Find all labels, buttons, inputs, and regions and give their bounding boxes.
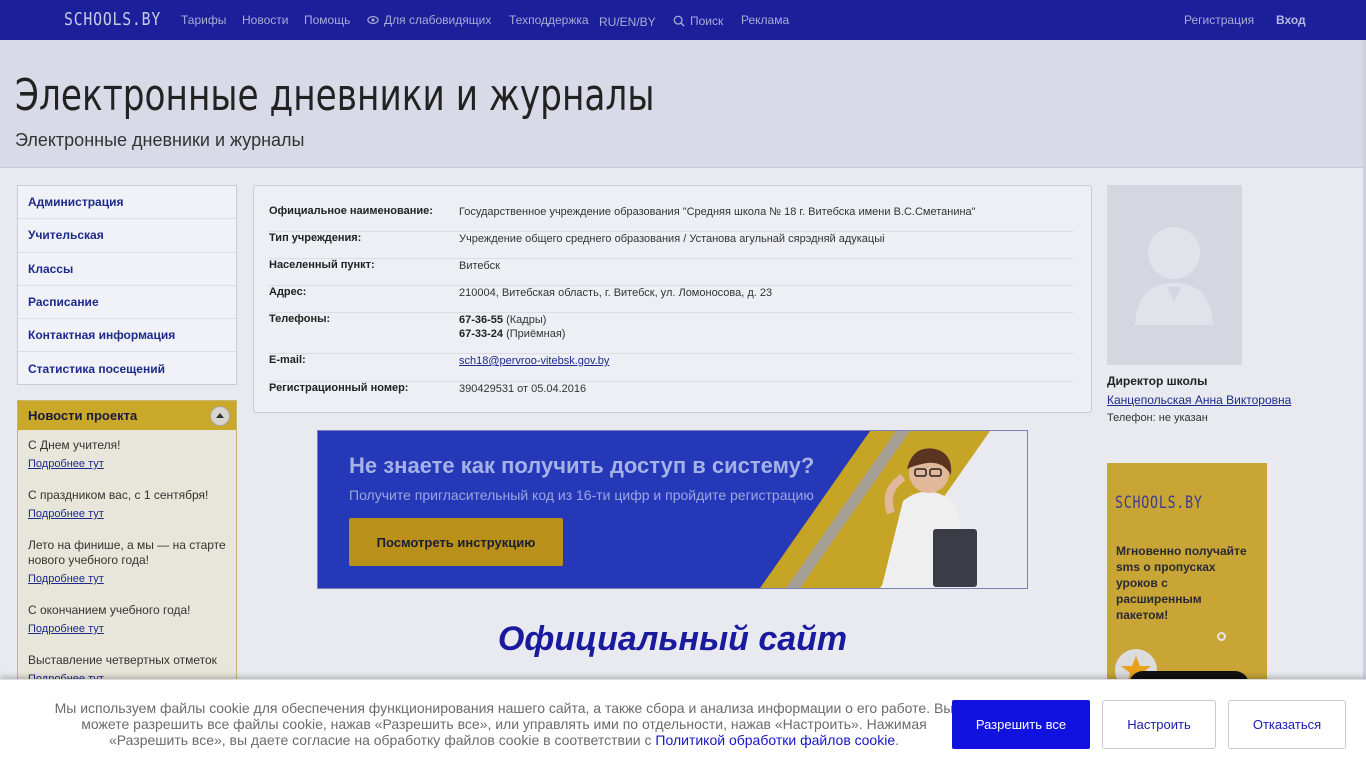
ad-logo: SCHOOLS.BY: [1115, 493, 1203, 513]
info-label: Официальное наименование:: [269, 205, 433, 217]
view-instructions-button[interactable]: Посмотреть инструкцию: [349, 518, 563, 566]
info-value: 390429531 от 05.04.2016: [459, 383, 587, 395]
news-item: Лето на финише, а мы — на старте нового …: [18, 520, 236, 585]
info-row: Официальное наименование: Государственно…: [269, 205, 1074, 232]
director-role: Директор школы: [1107, 374, 1208, 388]
nav-support[interactable]: Техподдержка: [509, 13, 589, 27]
sidebar-item-schedule[interactable]: Расписание: [18, 286, 236, 320]
nav-news[interactable]: Новости: [242, 13, 288, 27]
eye-icon: [367, 15, 379, 25]
collapse-icon[interactable]: [210, 406, 230, 426]
sidebar-item-teachers[interactable]: Учительская: [18, 219, 236, 253]
news-item-title: Выставление четвертных отметок: [28, 653, 217, 667]
info-label: E-mail:: [269, 354, 306, 366]
news-more-link[interactable]: Подробнее тут: [28, 458, 226, 470]
decline-button[interactable]: Отказаться: [1228, 700, 1346, 749]
director-avatar: [1107, 185, 1242, 365]
email-link[interactable]: sch18@pervroo-vitebsk.gov.by: [459, 354, 609, 368]
page-subtitle: Электронные дневники и журналы: [15, 130, 305, 150]
news-item-title: Лето на финише, а мы — на старте нового …: [28, 538, 226, 567]
info-value: Витебск: [459, 260, 500, 272]
director-phone: Телефон: не указан: [1107, 412, 1208, 424]
info-row: Населенный пункт: Витебск: [269, 259, 1074, 286]
news-more-link[interactable]: Подробнее тут: [28, 508, 226, 520]
info-value: Государственное учреждение образования "…: [459, 206, 976, 218]
news-header: Новости проекта: [18, 401, 236, 430]
site-logo[interactable]: SCHOOLS.BY: [64, 9, 161, 30]
sidebar-item-contacts[interactable]: Контактная информация: [18, 319, 236, 353]
info-row: Тип учреждения: Учреждение общего средне…: [269, 232, 1074, 259]
info-label: Регистрационный номер:: [269, 382, 409, 394]
sidebar-menu: Администрация Учительская Классы Расписа…: [17, 185, 237, 385]
info-label: Населенный пункт:: [269, 259, 375, 271]
info-label: Тип учреждения:: [269, 232, 362, 244]
news-item: С окончанием учебного года! Подробнее ту…: [18, 585, 236, 635]
cookie-policy-link[interactable]: Политикой обработки файлов cookie: [655, 732, 895, 748]
dot-icon: [1217, 632, 1226, 641]
nav-language[interactable]: RU/EN/BY: [599, 15, 656, 29]
news-item-title: С окончанием учебного года!: [28, 603, 191, 617]
sms-ad-banner[interactable]: SCHOOLS.BY Мгновенно получайте sms о про…: [1107, 463, 1267, 703]
login-link[interactable]: Вход: [1276, 13, 1306, 27]
phone-number: 67-33-24: [459, 328, 504, 340]
nav-tariffs[interactable]: Тарифы: [181, 13, 226, 27]
sidebar-item-statistics[interactable]: Статистика посещений: [18, 352, 236, 385]
sidebar-item-administration[interactable]: Администрация: [18, 186, 236, 220]
info-label: Адрес:: [269, 286, 307, 298]
search-icon: [673, 15, 685, 27]
woman-illustration-icon: [881, 448, 977, 588]
nav-low-vision-label: Для слабовидящих: [384, 13, 492, 27]
configure-button[interactable]: Настроить: [1102, 700, 1216, 749]
page-header: Электронные дневники и журналы Электронн…: [0, 40, 1366, 168]
info-row: E-mail: sch18@pervroo-vitebsk.gov.by: [269, 354, 1074, 382]
news-item: С Днем учителя! Подробнее тут: [18, 430, 236, 470]
cookie-text: Мы используем файлы cookie для обеспечен…: [54, 700, 954, 748]
official-site-heading: Официальный сайт: [497, 620, 848, 658]
info-label: Телефоны:: [269, 313, 331, 325]
news-more-link[interactable]: Подробнее тут: [28, 623, 226, 635]
info-row: Телефоны: 67-36-55 (Кадры) 67-33-24 (При…: [269, 313, 1074, 354]
info-value: 67-36-55 (Кадры) 67-33-24 (Приёмная): [459, 313, 565, 341]
phone-note: (Приёмная): [506, 328, 566, 340]
banner-subtitle: Получите пригласительный код из 16-ти ци…: [349, 487, 814, 503]
news-item: С праздником вас, с 1 сентября! Подробне…: [18, 470, 236, 520]
info-row: Адрес: 210004, Витебская область, г. Вит…: [269, 286, 1074, 313]
director-name-link[interactable]: Канцепольская Анна Викторовна: [1107, 393, 1291, 407]
news-title: Новости проекта: [28, 408, 138, 423]
news-item-title: С Днем учителя!: [28, 438, 121, 452]
info-value: 210004, Витебская область, г. Витебск, у…: [459, 287, 773, 299]
news-item: Выставление четвертных отметок Подробнее…: [18, 635, 236, 685]
banner-title: Не знаете как получить доступ в систему?: [349, 453, 815, 478]
cookie-text-end: .: [895, 732, 900, 748]
school-info-card: Официальное наименование: Государственно…: [253, 185, 1092, 413]
cookie-consent-bar: Мы используем файлы cookie для обеспечен…: [0, 679, 1366, 768]
info-value: Учреждение общего среднего образования /…: [459, 233, 885, 245]
nav-ads[interactable]: Реклама: [741, 13, 789, 27]
nav-help[interactable]: Помощь: [304, 13, 350, 27]
nav-low-vision[interactable]: Для слабовидящих: [367, 13, 491, 27]
news-item-title: С праздником вас, с 1 сентября!: [28, 488, 209, 502]
nav-search-label: Поиск: [690, 14, 724, 28]
phone-note: (Кадры): [506, 314, 547, 326]
allow-all-button[interactable]: Разрешить все: [952, 700, 1090, 749]
phone-number: 67-36-55: [459, 314, 504, 326]
user-icon: [1135, 227, 1213, 325]
top-navbar: SCHOOLS.BY Тарифы Новости Помощь Для сла…: [0, 0, 1366, 40]
info-row: Регистрационный номер: 390429531 от 05.0…: [269, 382, 1074, 406]
page-title: Электронные дневники и журналы: [15, 70, 655, 121]
nav-search[interactable]: Поиск: [673, 14, 723, 28]
ad-text: Мгновенно получайте sms о пропусках урок…: [1116, 544, 1247, 622]
register-link[interactable]: Регистрация: [1184, 13, 1254, 27]
access-banner[interactable]: Не знаете как получить доступ в систему?…: [317, 430, 1028, 589]
news-more-link[interactable]: Подробнее тут: [28, 573, 226, 585]
news-panel: Новости проекта С Днем учителя! Подробне…: [17, 400, 237, 700]
sidebar-item-classes[interactable]: Классы: [18, 253, 236, 286]
